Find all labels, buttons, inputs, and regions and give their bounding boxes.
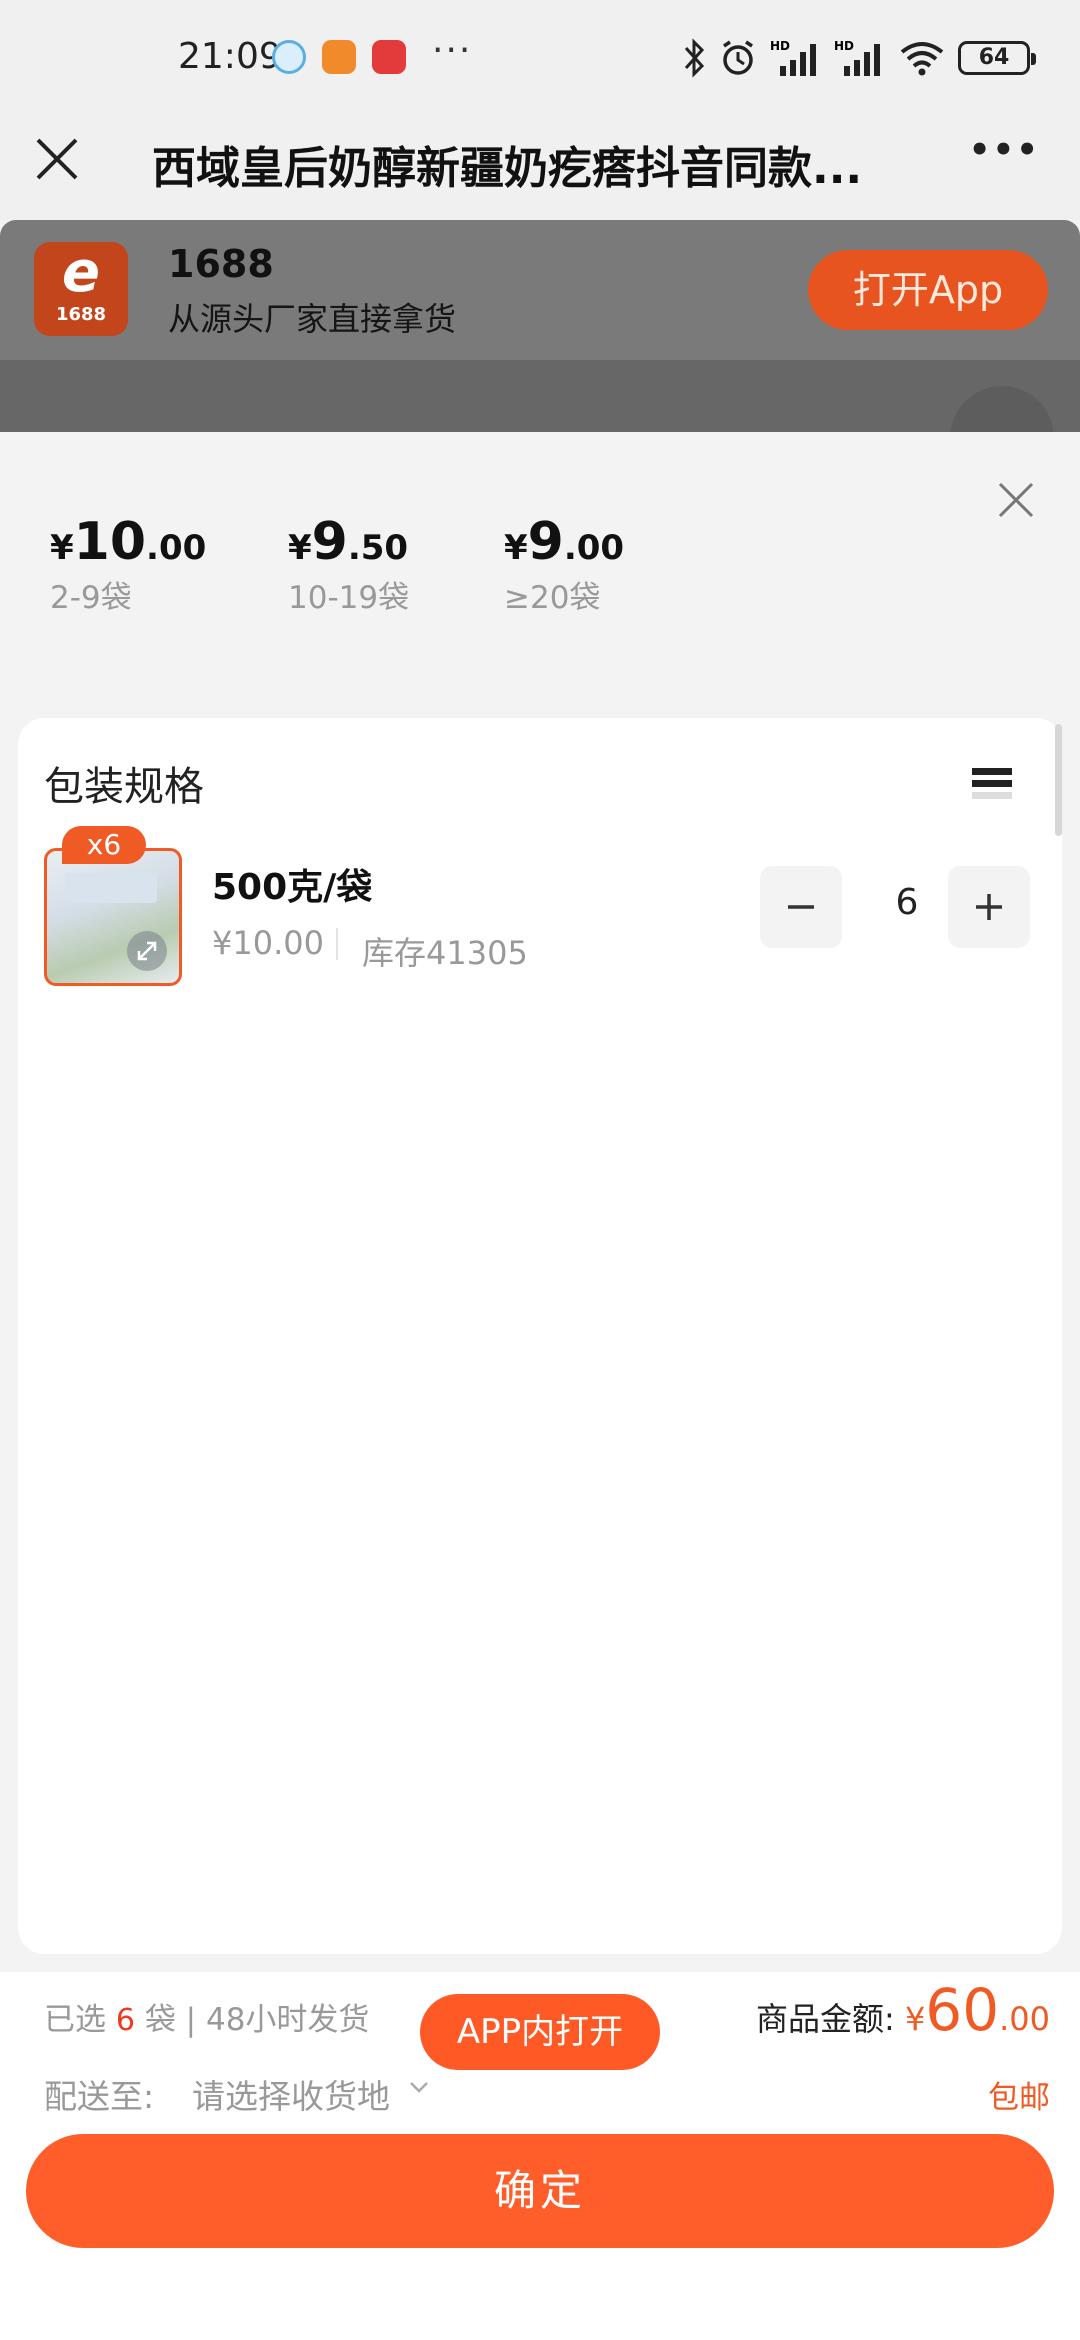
wifi-icon — [900, 42, 944, 76]
selected-summary: 已选 6 袋 | 48小时发货 — [44, 2002, 370, 2038]
app-banner: e 1688 1688 从源头厂家直接拿货 打开App — [0, 220, 1080, 360]
confirm-button[interactable]: 确定 — [26, 2134, 1054, 2248]
logo-1688: e 1688 — [34, 242, 128, 336]
price-tier-range: ≥20袋 — [504, 580, 601, 616]
price-tier-range: 2-9袋 — [50, 580, 132, 616]
price-tier: ¥9.50 10-19袋 — [288, 512, 410, 616]
spec-title: 包装规格 — [44, 764, 204, 810]
kugou-icon — [272, 40, 306, 74]
sku-price: ¥10.00 — [212, 924, 324, 962]
page-title: 西域皇后奶醇新疆奶疙瘩抖音同款... — [152, 143, 863, 194]
quantity-badge: x6 — [62, 826, 146, 864]
title-bar: 西域皇后奶醇新疆奶疙瘩抖音同款... ••• — [0, 120, 1080, 220]
open-in-app-button[interactable]: APP内打开 — [420, 1994, 660, 2070]
minus-icon — [788, 905, 814, 909]
amount-label: 商品金额: — [755, 2000, 895, 2038]
ship-to-label: 配送至: — [44, 2077, 155, 2116]
quantity-value[interactable]: 6 — [882, 882, 932, 923]
signal-icon: HD — [834, 39, 880, 76]
list-view-icon[interactable] — [972, 768, 1012, 808]
package-image — [65, 873, 157, 903]
total-amount: 商品金额: ¥60.00 — [755, 1976, 1050, 2044]
sku-row: x6 500克/袋 ¥10.00 库存41305 6 — [44, 826, 1034, 998]
app-icon — [322, 40, 356, 74]
divider — [336, 928, 338, 960]
decrease-button[interactable] — [760, 866, 842, 948]
svg-text:HD: HD — [770, 39, 790, 53]
svg-text:HD: HD — [834, 39, 854, 53]
price-tier-range: 10-19袋 — [288, 580, 410, 616]
close-icon[interactable] — [34, 136, 80, 182]
status-time: 21:09 — [178, 36, 282, 77]
red-envelope-icon — [372, 40, 406, 74]
selected-count: 6 — [115, 2003, 135, 2038]
increase-button[interactable] — [948, 866, 1030, 948]
price-tier: ¥9.00 ≥20袋 — [504, 512, 625, 616]
alarm-icon — [723, 40, 753, 75]
price-tier: ¥10.00 2-9袋 — [50, 512, 207, 616]
more-options-icon[interactable]: ••• — [969, 130, 1040, 170]
status-bar: 21:09 ··· HD HD 64 — [0, 0, 1080, 120]
free-shipping-label: 包邮 — [988, 2080, 1050, 2116]
scrollbar[interactable] — [1055, 724, 1062, 836]
spec-card: 包装规格 x6 500克/袋 ¥10.00 库存41305 6 — [18, 718, 1062, 1954]
product-thumbnail[interactable] — [44, 848, 182, 986]
status-right: HD HD 64 — [682, 38, 1036, 78]
plus-icon — [976, 894, 1002, 920]
sku-stock: 库存41305 — [362, 934, 528, 972]
sku-name: 500克/袋 — [212, 867, 373, 908]
open-app-button[interactable]: 打开App — [808, 250, 1048, 330]
expand-icon[interactable] — [127, 931, 167, 971]
more-notifications-icon: ··· — [432, 30, 473, 71]
battery-icon: 64 — [958, 41, 1036, 75]
banner-subtitle: 从源头厂家直接拿货 — [168, 300, 457, 338]
signal-icon: HD — [770, 39, 816, 76]
bottom-bar: 已选 6 袋 | 48小时发货 APP内打开 商品金额: ¥60.00 配送至:… — [0, 1972, 1080, 2340]
close-sheet-icon[interactable] — [996, 480, 1036, 520]
bluetooth-icon — [684, 38, 705, 78]
dimmed-page — [0, 360, 1080, 490]
chevron-down-icon[interactable] — [408, 2076, 430, 2098]
address-selector[interactable]: 请选择收货地 — [192, 2070, 390, 2118]
banner-app-name: 1688 — [168, 242, 274, 286]
